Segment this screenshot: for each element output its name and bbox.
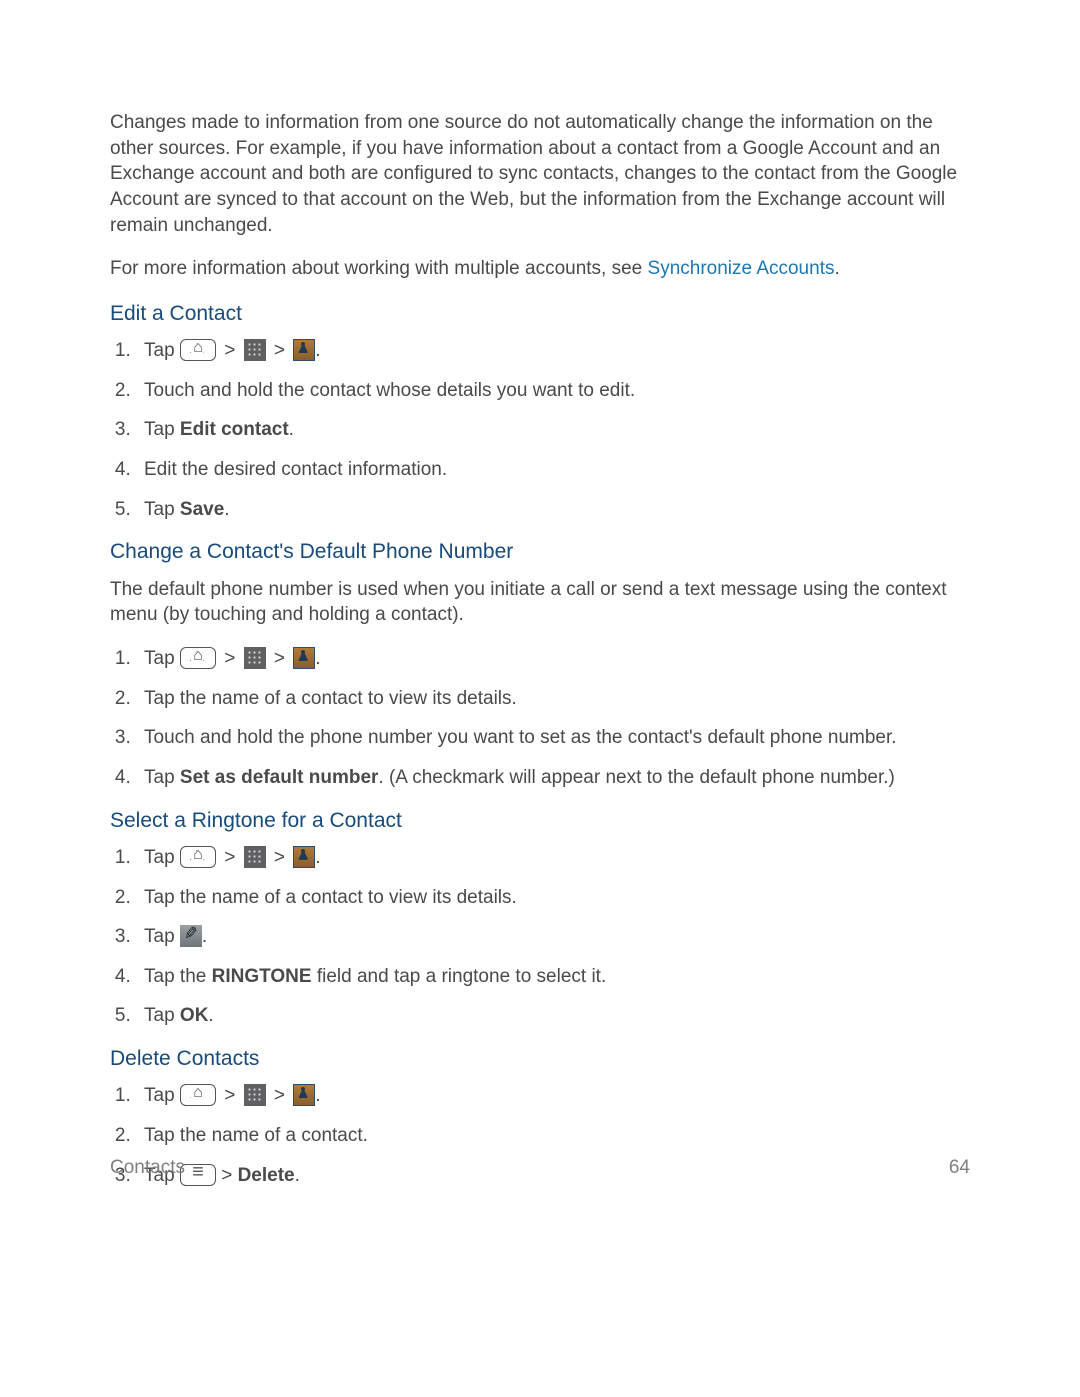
period: .	[315, 1085, 320, 1106]
footer-section: Contacts	[110, 1155, 185, 1181]
edit-contact-bold: Edit contact	[180, 419, 289, 440]
separator: >	[274, 648, 290, 669]
heading-ringtone: Select a Ringtone for a Contact	[110, 807, 970, 835]
intro-paragraph-2: For more information about working with …	[110, 256, 970, 282]
suffix: .	[208, 1005, 213, 1026]
delete-step-2: Tap the name of a contact.	[136, 1123, 970, 1149]
suffix: . (A checkmark will appear next to the d…	[378, 767, 894, 788]
synchronize-accounts-link[interactable]: Synchronize Accounts	[648, 258, 835, 279]
default-step-3: Touch and hold the phone number you want…	[136, 725, 970, 751]
separator: >	[274, 1085, 290, 1106]
separator: >	[274, 340, 290, 361]
contacts-icon	[293, 846, 315, 868]
contacts-icon	[293, 1084, 315, 1106]
ringtone-step-2: Tap the name of a contact to view its de…	[136, 885, 970, 911]
ringtone-bold: RINGTONE	[212, 966, 312, 987]
home-icon	[180, 846, 216, 868]
set-default-bold: Set as default number	[180, 767, 379, 788]
default-step-1: Tap > > .	[136, 646, 970, 672]
intro-p2-prefix: For more information about working with …	[110, 258, 648, 279]
apps-icon	[244, 846, 266, 868]
apps-icon	[244, 1084, 266, 1106]
separator: >	[274, 847, 290, 868]
edit-icon	[180, 925, 202, 947]
suffix: .	[224, 499, 229, 520]
apps-icon	[244, 339, 266, 361]
prefix: Tap	[144, 499, 180, 520]
separator: >	[224, 648, 240, 669]
tap-label: Tap	[144, 340, 180, 361]
contacts-icon	[293, 647, 315, 669]
apps-icon	[244, 647, 266, 669]
save-bold: Save	[180, 499, 224, 520]
heading-default-number: Change a Contact's Default Phone Number	[110, 538, 970, 566]
home-icon	[180, 647, 216, 669]
edit-step-1: Tap > > .	[136, 338, 970, 364]
prefix: Tap	[144, 767, 180, 788]
edit-contact-steps: Tap > > . Touch and hold the contact who…	[110, 338, 970, 522]
tap-label: Tap	[144, 648, 180, 669]
ringtone-step-5: Tap OK.	[136, 1003, 970, 1029]
heading-delete: Delete Contacts	[110, 1045, 970, 1073]
period: .	[315, 847, 320, 868]
edit-step-3: Tap Edit contact.	[136, 417, 970, 443]
edit-step-4: Edit the desired contact information.	[136, 457, 970, 483]
ringtone-step-4: Tap the RINGTONE field and tap a rington…	[136, 964, 970, 990]
home-icon	[180, 1084, 216, 1106]
prefix: Tap the	[144, 966, 212, 987]
separator: >	[224, 1085, 240, 1106]
period: .	[315, 648, 320, 669]
footer-page-number: 64	[949, 1155, 970, 1181]
ringtone-step-1: Tap > > .	[136, 845, 970, 871]
separator: >	[224, 340, 240, 361]
ok-bold: OK	[180, 1005, 209, 1026]
home-icon	[180, 339, 216, 361]
intro-p2-suffix: .	[834, 258, 839, 279]
tap-label: Tap	[144, 847, 180, 868]
ringtone-step-3: Tap .	[136, 924, 970, 950]
tap-label: Tap	[144, 926, 180, 947]
suffix: field and tap a ringtone to select it.	[312, 966, 607, 987]
delete-step-1: Tap > > .	[136, 1083, 970, 1109]
intro-paragraph-1: Changes made to information from one sou…	[110, 110, 970, 238]
edit-step-5: Tap Save.	[136, 497, 970, 523]
edit-step-2: Touch and hold the contact whose details…	[136, 378, 970, 404]
ringtone-steps: Tap > > . Tap the name of a contact to v…	[110, 845, 970, 1029]
tap-label: Tap	[144, 1085, 180, 1106]
contacts-icon	[293, 339, 315, 361]
suffix: .	[289, 419, 294, 440]
prefix: Tap	[144, 1005, 180, 1026]
default-step-4: Tap Set as default number. (A checkmark …	[136, 765, 970, 791]
default-step-2: Tap the name of a contact to view its de…	[136, 686, 970, 712]
default-number-intro: The default phone number is used when yo…	[110, 577, 970, 628]
prefix: Tap	[144, 419, 180, 440]
period: .	[315, 340, 320, 361]
separator: >	[224, 847, 240, 868]
page-footer: Contacts 64	[110, 1155, 970, 1181]
heading-edit-contact: Edit a Contact	[110, 300, 970, 328]
default-number-steps: Tap > > . Tap the name of a contact to v…	[110, 646, 970, 791]
